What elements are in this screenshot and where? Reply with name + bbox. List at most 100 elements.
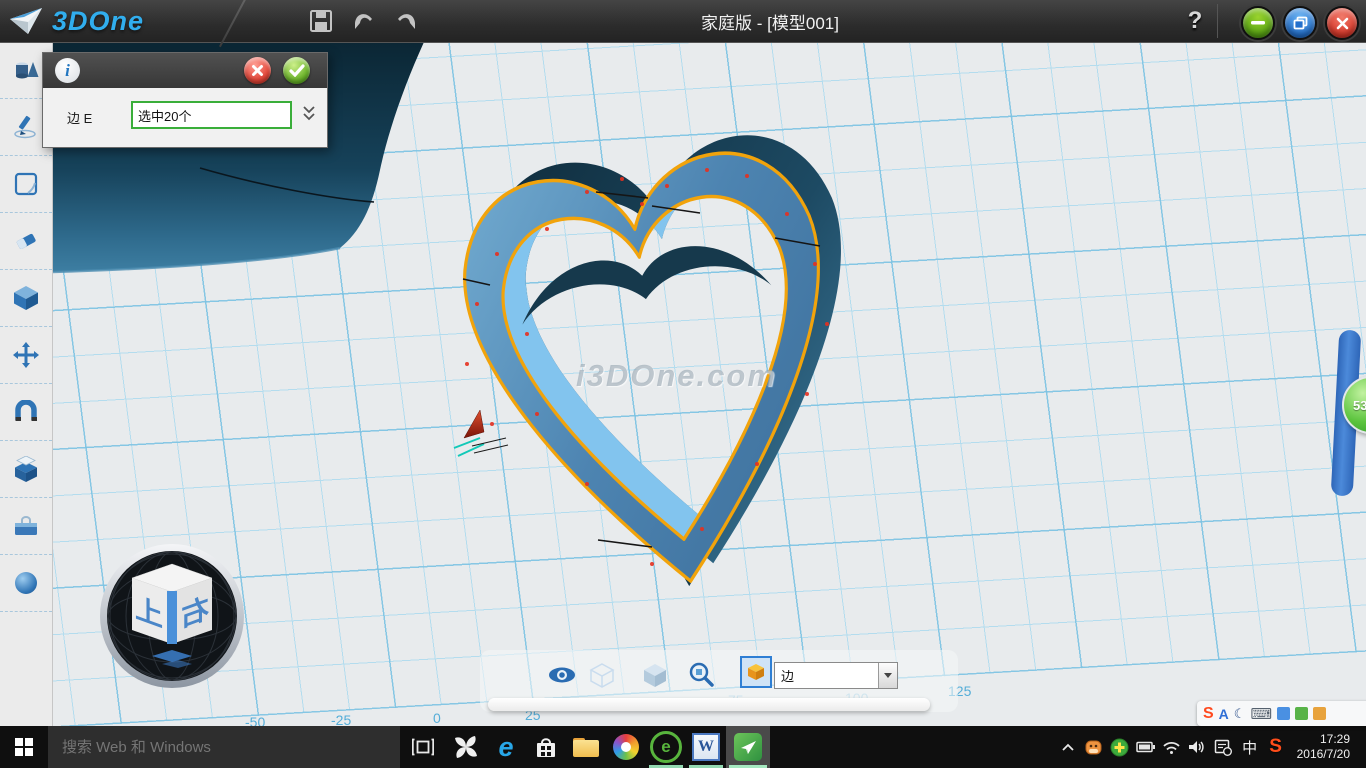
edge-icon: e: [498, 732, 513, 763]
tray-time: 17:29: [1297, 732, 1350, 747]
sogou-keyboard-icon[interactable]: ⌨: [1250, 705, 1272, 723]
start-button[interactable]: [0, 726, 48, 768]
selection-filter-dropdown[interactable]: 边: [774, 662, 898, 689]
watermark: i3DOne.com: [576, 358, 777, 394]
taskbar-app-360browser[interactable]: [606, 726, 646, 768]
taskbar-app-store[interactable]: [526, 726, 566, 768]
redo-button[interactable]: [390, 7, 420, 35]
folder-icon: [573, 738, 599, 757]
sogou-tool-green[interactable]: [1295, 707, 1308, 720]
app-logo: 3DOne: [8, 3, 144, 39]
badge-value: 53: [1344, 398, 1366, 413]
word-icon: W: [692, 733, 720, 761]
task-view-icon: [412, 738, 434, 756]
taskbar-app-3done[interactable]: [726, 726, 770, 768]
restore-icon: [1293, 16, 1308, 30]
dropdown-value: 边: [775, 666, 878, 685]
solid-feature-cube-icon: [13, 285, 39, 311]
restore-button[interactable]: [1283, 6, 1317, 40]
minus-icon: [1251, 21, 1265, 25]
caret-down-icon: [884, 673, 892, 678]
taskbar-app-word[interactable]: W: [686, 726, 726, 768]
taskbar-app-edge[interactable]: e: [486, 726, 526, 768]
app-name: 3DOne: [52, 6, 144, 37]
sidebar-item-toolbox[interactable]: [0, 498, 52, 555]
magnet-icon: [13, 400, 39, 424]
green-shield-icon: [1110, 738, 1129, 757]
sidebar-item-move-transform[interactable]: [0, 327, 52, 384]
taskbar-app-explorer[interactable]: [566, 726, 606, 768]
tray-battery[interactable]: [1135, 726, 1157, 768]
undo-button[interactable]: [350, 7, 380, 35]
window-title: 家庭版 - [模型001]: [560, 0, 980, 42]
chevron-up-icon: [1060, 741, 1076, 753]
wifi-icon: [1162, 740, 1181, 755]
system-tray: 中 S 17:29 2016/7/20: [1057, 726, 1366, 768]
tray-sogou[interactable]: S: [1265, 726, 1287, 768]
sogou-toolbox[interactable]: [1313, 707, 1326, 720]
tray-volume[interactable]: [1187, 726, 1209, 768]
sidebar-item-magnet[interactable]: [0, 384, 52, 441]
tray-date: 2016/7/20: [1297, 747, 1350, 762]
rainbow-ball-icon: [613, 734, 639, 760]
battery-icon: [1136, 740, 1156, 754]
dialog-confirm-button[interactable]: [283, 57, 310, 84]
sogou-moon-icon[interactable]: ☾: [1234, 706, 1246, 722]
tray-chevron-up[interactable]: [1057, 726, 1079, 768]
sogou-logo[interactable]: S: [1203, 705, 1214, 723]
axis-triad-marker: [450, 404, 510, 464]
move-arrows-icon: [13, 342, 39, 368]
display-mode-button[interactable]: [740, 656, 772, 688]
sphere-icon: [14, 571, 38, 595]
threedone-plane-icon: [734, 733, 762, 761]
zoom-magnifier-button[interactable]: [685, 660, 717, 690]
sidebar-item-combine[interactable]: [0, 441, 52, 498]
taskbar-search[interactable]: [48, 726, 400, 768]
wireframe-cube-button[interactable]: [586, 660, 618, 690]
dialog-cancel-button[interactable]: [244, 57, 271, 84]
navcube-front-edge[interactable]: [167, 591, 177, 644]
tray-ime-mode[interactable]: 中: [1239, 726, 1261, 768]
sogou-input-bar: S A ☾ ⌨: [1197, 701, 1366, 726]
sogou-lang-toggle[interactable]: A: [1219, 706, 1229, 722]
help-button[interactable]: ?: [1178, 4, 1212, 38]
search-input[interactable]: [48, 738, 384, 757]
dialog-header[interactable]: i: [43, 53, 327, 88]
edge-selection-input[interactable]: [131, 101, 292, 129]
sidebar-item-sketch-rect[interactable]: [0, 156, 52, 213]
confirm-check-icon: [289, 64, 305, 77]
tray-clock[interactable]: 17:29 2016/7/20: [1291, 732, 1358, 762]
toolbox-icon: [13, 515, 39, 537]
tray-antivirus[interactable]: [1109, 726, 1131, 768]
taskbar-app-green-browser[interactable]: e: [646, 726, 686, 768]
wangwang-icon: [1084, 738, 1103, 757]
sidebar-item-eraser[interactable]: [0, 213, 52, 270]
paper-plane-icon: [8, 5, 46, 37]
expand-chevrons-button[interactable]: [301, 104, 317, 124]
minimize-button[interactable]: [1241, 6, 1275, 40]
tray-pen-input[interactable]: [1213, 726, 1235, 768]
axis-label: 0: [433, 710, 441, 726]
rect-sketch-icon: [14, 172, 38, 196]
dialog-body: 边 E: [43, 88, 327, 146]
edge-field-label: 边 E: [67, 108, 92, 127]
close-button[interactable]: [1325, 6, 1359, 40]
navigation-cube[interactable]: 上 右: [98, 542, 246, 690]
save-button[interactable]: [306, 7, 336, 35]
cancel-x-icon: [251, 64, 264, 77]
sogou-tool-blue[interactable]: [1277, 707, 1290, 720]
tray-wifi[interactable]: [1161, 726, 1183, 768]
horizontal-scrollbar[interactable]: [488, 698, 930, 711]
titlebar-divider: [219, 0, 247, 47]
selection-dialog: i 边 E: [42, 52, 328, 148]
title-bar: 3DOne 家庭版 - [模型001] ?: [0, 0, 1366, 43]
taskbar-app-pinwheel[interactable]: [446, 726, 486, 768]
task-view-button[interactable]: [400, 726, 446, 768]
tray-wangwang[interactable]: [1083, 726, 1105, 768]
pinwheel-icon: [453, 734, 479, 760]
solid-cube-button[interactable]: [639, 660, 671, 690]
visibility-eye-button[interactable]: [546, 660, 578, 690]
sidebar-item-feature-cube[interactable]: [0, 270, 52, 327]
sidebar-item-material-sphere[interactable]: [0, 555, 52, 612]
dropdown-arrow-button[interactable]: [878, 663, 897, 688]
